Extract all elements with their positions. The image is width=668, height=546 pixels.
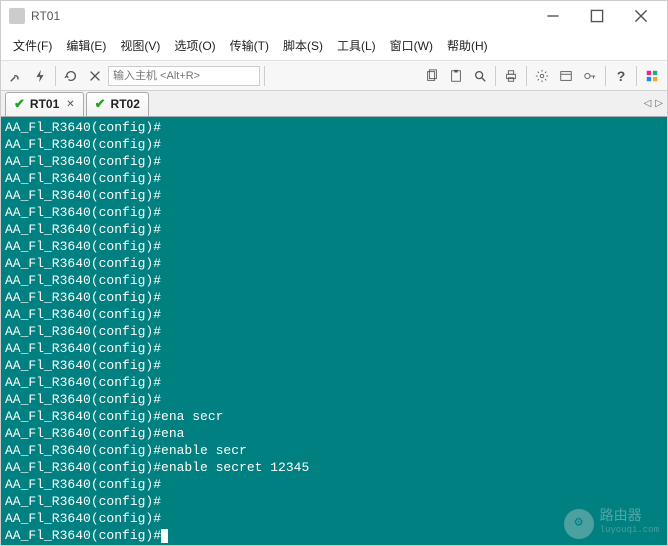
toolbar-separator [526,66,527,86]
key-icon[interactable] [579,65,601,87]
menu-view[interactable]: 视图(V) [114,33,166,58]
terminal-line: AA_Fl_R3640(config)#ena secr [5,408,663,425]
window-title: RT01 [31,9,531,23]
terminal-line: AA_Fl_R3640(config)#ena [5,425,663,442]
terminal-line: AA_Fl_R3640(config)# [5,204,663,221]
toolbar-separator [264,66,265,86]
tab-close-icon[interactable]: ✕ [66,99,74,110]
maximize-button[interactable] [575,1,619,31]
tab-scroll-arrows: ◁ ▷ [644,98,663,109]
menu-script[interactable]: 脚本(S) [277,33,329,58]
connected-check-icon: ✔ [95,96,106,112]
terminal-line: AA_Fl_R3640(config)#enable secret 12345 [5,459,663,476]
terminal-line: AA_Fl_R3640(config)# [5,357,663,374]
terminal-line: AA_Fl_R3640(config)# [5,289,663,306]
terminal-line: AA_Fl_R3640(config)# [5,221,663,238]
paste-icon[interactable] [445,65,467,87]
window-controls [531,1,663,31]
terminal-cursor [161,529,168,543]
menu-edit[interactable]: 编辑(E) [60,33,112,58]
reconnect-icon[interactable] [60,65,82,87]
disconnect-icon[interactable] [84,65,106,87]
terminal-line: AA_Fl_R3640(config)# [5,306,663,323]
minimize-button[interactable] [531,1,575,31]
terminal-line: AA_Fl_R3640(config)# [5,136,663,153]
quick-connect-icon[interactable] [29,65,51,87]
print-icon[interactable] [500,65,522,87]
menu-file[interactable]: 文件(F) [7,33,58,58]
terminal-line: AA_Fl_R3640(config)#enable secr [5,442,663,459]
menubar: 文件(F) 编辑(E) 视图(V) 选项(O) 传输(T) 脚本(S) 工具(L… [1,31,667,61]
terminal-line: AA_Fl_R3640(config)# [5,476,663,493]
menu-tools[interactable]: 工具(L) [331,33,382,58]
app-icon [9,8,25,24]
terminal-line: AA_Fl_R3640(config)# [5,238,663,255]
settings-icon[interactable] [531,65,553,87]
terminal-output[interactable]: AA_Fl_R3640(config)#AA_Fl_R3640(config)#… [1,117,667,545]
grid-icon[interactable] [641,65,663,87]
terminal-line: AA_Fl_R3640(config)# [5,119,663,136]
connect-icon[interactable] [5,65,27,87]
terminal-line: AA_Fl_R3640(config)# [5,493,663,510]
terminal-line: AA_Fl_R3640(config)# [5,272,663,289]
tab-rt02[interactable]: ✔ RT02 [86,92,149,116]
tab-scroll-left-icon[interactable]: ◁ [644,98,652,109]
tab-scroll-right-icon[interactable]: ▷ [655,98,663,109]
terminal-line: AA_Fl_R3640(config)# [5,340,663,357]
toolbar-separator [636,66,637,86]
tabbar: ✔ RT01 ✕ ✔ RT02 ◁ ▷ [1,91,667,117]
close-button[interactable] [619,1,663,31]
help-icon[interactable]: ? [610,65,632,87]
tab-label: RT02 [111,97,140,111]
session-options-icon[interactable] [555,65,577,87]
terminal-line: AA_Fl_R3640(config)# [5,374,663,391]
terminal-line: AA_Fl_R3640(config)# [5,255,663,272]
toolbar-separator [605,66,606,86]
menu-transfer[interactable]: 传输(T) [224,33,275,58]
titlebar: RT01 [1,1,667,31]
terminal-line: AA_Fl_R3640(config)# [5,391,663,408]
menu-help[interactable]: 帮助(H) [441,33,494,58]
connected-check-icon: ✔ [14,96,25,112]
toolbar-separator [55,66,56,86]
tab-label: RT01 [30,97,59,111]
host-input[interactable] [108,66,260,86]
menu-window[interactable]: 窗口(W) [384,33,439,58]
terminal-line: AA_Fl_R3640(config)# [5,170,663,187]
find-icon[interactable] [469,65,491,87]
terminal-line: AA_Fl_R3640(config)# [5,187,663,204]
terminal-line: AA_Fl_R3640(config)# [5,510,663,527]
copy-icon[interactable] [421,65,443,87]
terminal-line: AA_Fl_R3640(config)# [5,323,663,340]
toolbar: ? [1,61,667,91]
terminal-line: AA_Fl_R3640(config)# [5,153,663,170]
toolbar-separator [495,66,496,86]
terminal-line: AA_Fl_R3640(config)# [5,527,663,544]
tab-rt01[interactable]: ✔ RT01 ✕ [5,92,84,116]
menu-options[interactable]: 选项(O) [168,33,221,58]
